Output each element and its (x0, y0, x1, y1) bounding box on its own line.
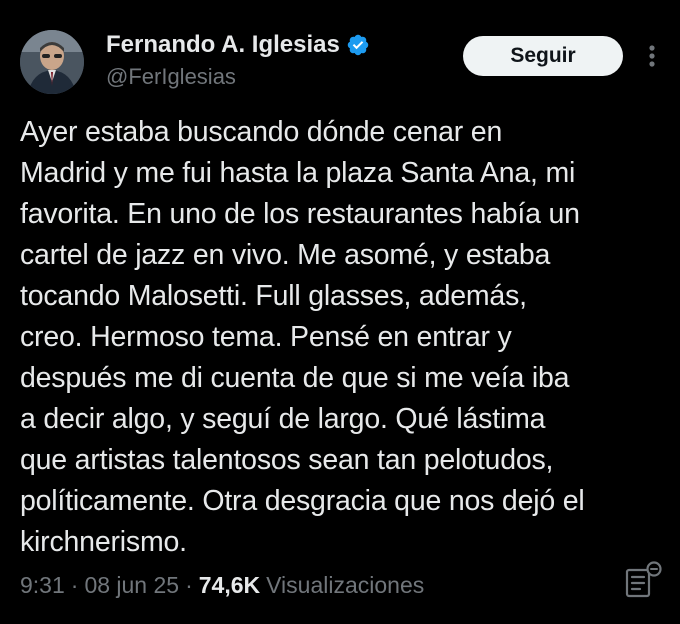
tweet-line: tocando Malosetti. Full glasses, además, (20, 280, 527, 312)
post-analytics-icon[interactable] (624, 560, 664, 600)
tweet-card: Fernando A. Iglesias @FerIglesias Seguir… (0, 0, 680, 624)
tweet-line: después me di cuenta de que si me veía i… (20, 362, 570, 394)
tweet-line: cartel de jazz en vivo. Me asomé, y esta… (20, 239, 551, 271)
meta-separator: · (70, 572, 79, 598)
tweet-line: a decir algo, y seguí de largo. Qué lást… (20, 403, 546, 435)
author-display-name[interactable]: Fernando A. Iglesias (106, 31, 340, 59)
views-count: 74,6K (198, 572, 261, 598)
tweet-line: Ayer estaba buscando dónde cenar en (20, 116, 503, 148)
tweet-line: favorita. En uno de los restaurantes hab… (20, 198, 580, 230)
tweet-time[interactable]: 9:31 (20, 572, 65, 599)
avatar[interactable] (20, 30, 84, 94)
more-vertical-icon[interactable] (644, 40, 660, 72)
avatar-photo (20, 30, 84, 94)
tweet-date[interactable]: 08 jun 25 (84, 572, 179, 599)
author-name-row: Fernando A. Iglesias (106, 30, 370, 60)
author-handle[interactable]: @FerIglesias (106, 64, 236, 90)
follow-button[interactable]: Seguir (463, 36, 623, 76)
tweet-line: que artistas talentosos sean tan pelotud… (20, 444, 554, 476)
tweet-text: Ayer estaba buscando dónde cenar en Madr… (20, 112, 670, 563)
meta-separator: · (185, 572, 193, 598)
tweet-line: políticamente. Otra desgracia que nos de… (20, 485, 585, 517)
tweet-line: kirchnerismo. (20, 526, 187, 558)
tweet-line: Madrid y me fui hasta la plaza Santa Ana… (20, 157, 576, 189)
tweet-meta: 9:31 · 08 jun 25 · 74,6K Visualizaciones (20, 572, 424, 599)
tweet-line: creo. Hermoso tema. Pensé en entrar y (20, 321, 512, 353)
views-label: Visualizaciones (266, 572, 425, 598)
verified-badge-icon[interactable] (346, 33, 370, 57)
